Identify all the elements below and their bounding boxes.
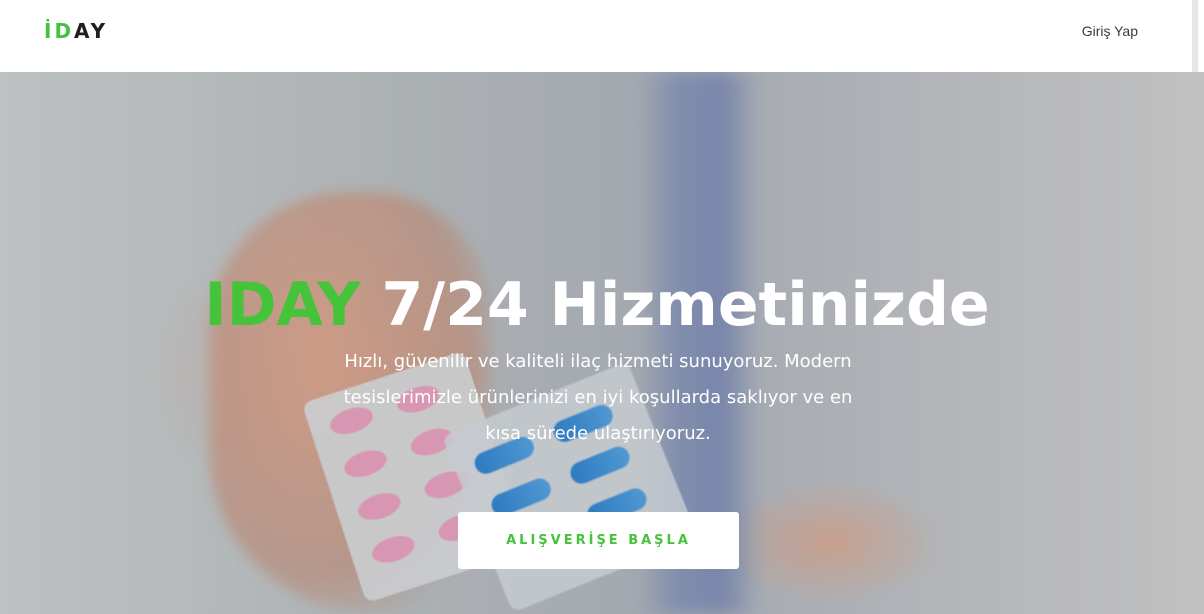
hero-headline: IDAY 7/24 Hizmetinizde <box>0 269 1204 341</box>
hero-description: Hızlı, güvenilir ve kaliteli ilaç hizmet… <box>343 351 853 444</box>
headline-brand: IDAY <box>204 270 361 340</box>
headline-text: 7/24 Hizmetinizde <box>381 270 990 340</box>
start-shopping-button[interactable]: ALIŞVERİŞE BAŞLA <box>458 512 739 569</box>
hero-section: IDAY 7/24 Hizmetinizde Hızlı, güvenilir … <box>0 72 1204 614</box>
site-logo[interactable]: İDAY <box>44 18 108 44</box>
login-link[interactable]: Giriş Yap <box>1082 22 1138 40</box>
logo-main-text: AY <box>74 19 109 43</box>
logo-accent-text: İD <box>44 19 75 43</box>
page-scrollbar[interactable] <box>1192 0 1198 72</box>
top-navbar: İDAY Giriş Yap <box>0 0 1198 72</box>
